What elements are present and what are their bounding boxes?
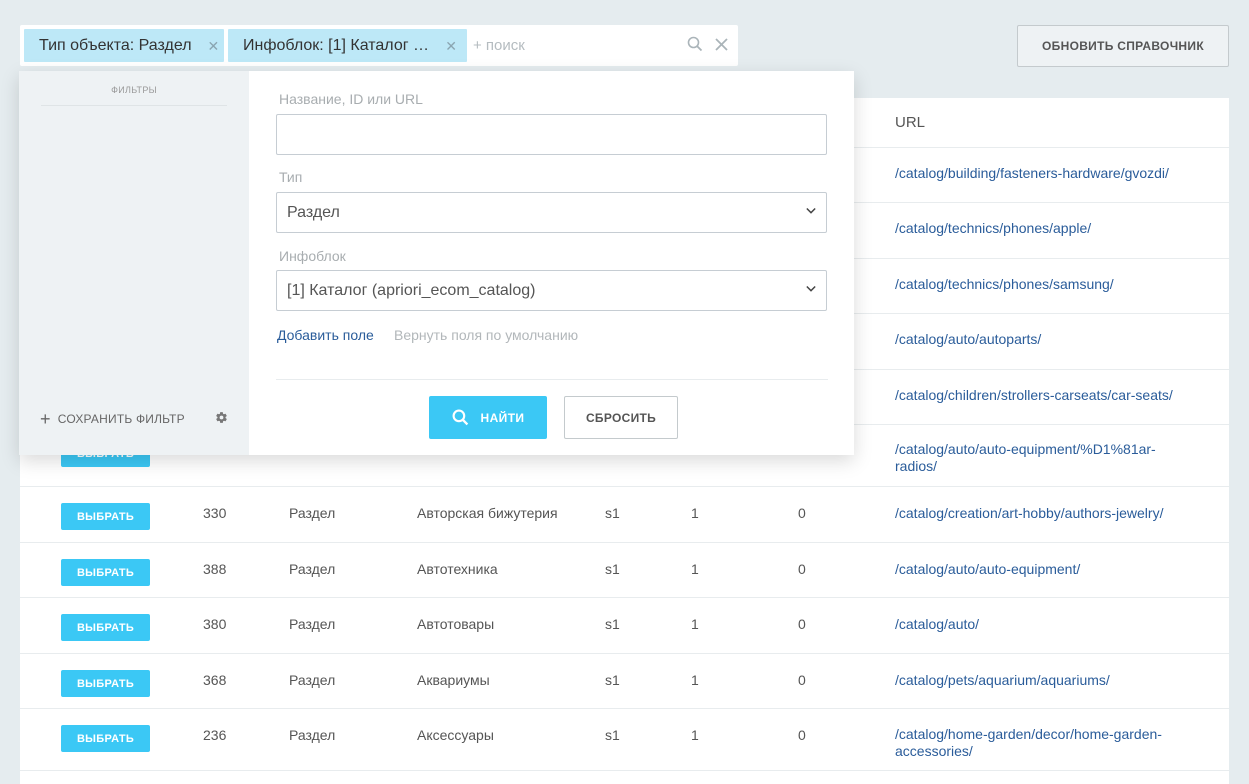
- chevron-down-icon: [806, 285, 816, 292]
- cell-depth: 0: [798, 672, 806, 688]
- table-row[interactable]: ВЫБРАТЬ 368 Раздел Аквариумы s1 1 0 /cat…: [20, 654, 1229, 709]
- select-button[interactable]: ВЫБРАТЬ: [61, 725, 150, 752]
- cell-active: 1: [691, 561, 699, 577]
- save-filter-label: СОХРАНИТЬ ФИЛЬТР: [57, 412, 185, 426]
- cell-site: s1: [605, 561, 620, 577]
- cell-name: Автотовары: [417, 616, 495, 632]
- cell-site: s1: [605, 616, 620, 632]
- filter-fields: Название, ID или URL Тип Раздел Инфоблок…: [249, 71, 854, 455]
- filter-presets-sidebar: ФИЛЬТРЫ + СОХРАНИТЬ ФИЛЬТР: [19, 71, 249, 455]
- refresh-catalog-button[interactable]: ОБНОВИТЬ СПРАВОЧНИК: [1017, 25, 1229, 67]
- filter-chip-type[interactable]: Тип объекта: Раздел ✕: [24, 29, 224, 62]
- url-link[interactable]: /catalog/children/strollers-carseats/car…: [895, 387, 1195, 404]
- filter-popup: ФИЛЬТРЫ + СОХРАНИТЬ ФИЛЬТР Название, ID …: [19, 71, 854, 455]
- cell-type: Раздел: [289, 505, 336, 521]
- cell-depth: 0: [798, 505, 806, 521]
- restore-default-fields-link[interactable]: Вернуть поля по умолчанию: [394, 327, 578, 343]
- url-link[interactable]: /catalog/auto/: [895, 616, 1195, 633]
- cell-id: 388: [203, 561, 227, 577]
- cell-name: Аксессуары: [417, 727, 494, 743]
- name-field-label: Название, ID или URL: [279, 91, 423, 107]
- url-link[interactable]: /catalog/auto/auto-equipment/: [895, 561, 1195, 578]
- type-select[interactable]: Раздел: [276, 192, 827, 233]
- filter-chip-iblock[interactable]: Инфоблок: [1] Каталог (apriori_ecom_cata…: [228, 29, 467, 62]
- gear-icon[interactable]: [215, 411, 228, 427]
- table-row[interactable]: ВЫБРАТЬ 388 Раздел Автотехника s1 1 0 /c…: [20, 543, 1229, 598]
- chip-remove-icon[interactable]: ✕: [208, 39, 220, 53]
- url-link[interactable]: /catalog/building/fasteners-hardware/gvo…: [895, 165, 1195, 182]
- cell-id: 236: [203, 727, 227, 743]
- cell-active: 1: [691, 505, 699, 521]
- table-row[interactable]: ВЫБРАТЬ 380 Раздел Автотовары s1 1 0 /ca…: [20, 598, 1229, 654]
- url-link[interactable]: /catalog/creation/art-hobby/authors-jewe…: [895, 505, 1195, 522]
- column-header-url[interactable]: URL: [895, 114, 925, 131]
- search-input[interactable]: + поиск: [473, 37, 525, 54]
- add-field-link[interactable]: Добавить поле: [277, 327, 374, 343]
- cell-id: 380: [203, 616, 227, 632]
- search-icon[interactable]: [687, 36, 703, 56]
- type-select-value: Раздел: [287, 203, 340, 221]
- divider: [276, 379, 828, 380]
- select-button[interactable]: ВЫБРАТЬ: [61, 503, 150, 530]
- url-link[interactable]: /catalog/technics/phones/apple/: [895, 220, 1195, 237]
- name-id-url-input[interactable]: [276, 114, 827, 155]
- search-icon: [452, 409, 468, 426]
- url-link[interactable]: /catalog/technics/phones/samsung/: [895, 276, 1195, 293]
- filter-chip-label: Тип объекта: Раздел: [39, 36, 192, 54]
- chip-remove-icon[interactable]: ✕: [445, 39, 457, 53]
- cell-site: s1: [605, 727, 620, 743]
- cell-depth: 0: [798, 616, 806, 632]
- table-row[interactable]: ВЫБРАТЬ 236 Раздел Аксессуары s1 1 0 /ca…: [20, 709, 1229, 771]
- cell-id: 330: [203, 505, 227, 521]
- url-link[interactable]: /catalog/auto/auto-equipment/%D1%81ar-ra…: [895, 441, 1195, 475]
- cell-name: Авторская бижутерия: [417, 505, 558, 521]
- cell-site: s1: [605, 672, 620, 688]
- reset-button[interactable]: СБРОСИТЬ: [564, 396, 678, 439]
- filters-title: ФИЛЬТРЫ: [41, 85, 227, 106]
- url-link[interactable]: /catalog/pets/aquarium/aquariums/: [895, 672, 1195, 689]
- select-button[interactable]: ВЫБРАТЬ: [61, 614, 150, 641]
- type-field-label: Тип: [279, 169, 303, 185]
- filter-chip-label: Инфоблок: [1] Каталог (apriori_ecom_cata…: [243, 36, 429, 54]
- cell-type: Раздел: [289, 561, 336, 577]
- cell-depth: 0: [798, 727, 806, 743]
- cell-active: 1: [691, 672, 699, 688]
- filter-search-bar[interactable]: Тип объекта: Раздел ✕ Инфоблок: [1] Ката…: [20, 25, 738, 66]
- cell-active: 1: [691, 616, 699, 632]
- cell-name: Автотехника: [417, 561, 498, 577]
- table-row[interactable]: ВЫБРАТЬ 330 Раздел Авторская бижутерия s…: [20, 487, 1229, 543]
- cell-type: Раздел: [289, 727, 336, 743]
- cell-name: Аквариумы: [417, 672, 490, 688]
- iblock-field-label: Инфоблок: [279, 248, 346, 264]
- close-icon[interactable]: [715, 37, 728, 55]
- plus-icon: +: [40, 409, 51, 429]
- cell-type: Раздел: [289, 672, 336, 688]
- select-button[interactable]: ВЫБРАТЬ: [61, 559, 150, 586]
- cell-active: 1: [691, 727, 699, 743]
- cell-depth: 0: [798, 561, 806, 577]
- iblock-select[interactable]: [1] Каталог (apriori_ecom_catalog): [276, 270, 827, 311]
- url-link[interactable]: /catalog/home-garden/decor/home-garden-a…: [895, 726, 1195, 760]
- cell-site: s1: [605, 505, 620, 521]
- save-filter-button[interactable]: + СОХРАНИТЬ ФИЛЬТР: [40, 410, 185, 428]
- cell-type: Раздел: [289, 616, 336, 632]
- url-link[interactable]: /catalog/auto/autoparts/: [895, 331, 1195, 348]
- cell-id: 368: [203, 672, 227, 688]
- select-button[interactable]: ВЫБРАТЬ: [61, 670, 150, 697]
- find-button-label: НАЙТИ: [480, 410, 525, 425]
- find-button[interactable]: НАЙТИ: [429, 396, 547, 439]
- iblock-select-value: [1] Каталог (apriori_ecom_catalog): [287, 281, 536, 299]
- chevron-down-icon: [806, 207, 816, 214]
